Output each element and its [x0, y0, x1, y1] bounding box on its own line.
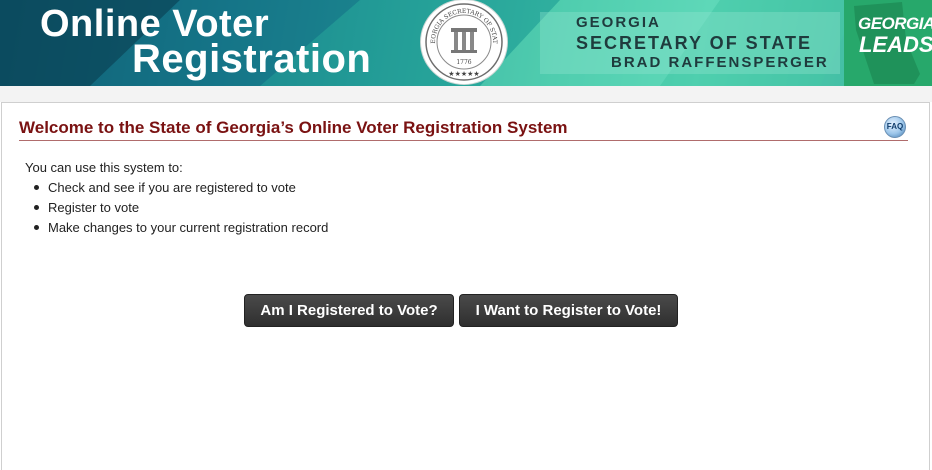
list-item-text: Register to vote — [48, 200, 140, 215]
sos-officer-name: BRAD RAFFENSPERGER — [611, 54, 829, 71]
georgia-seal-icon: GEORGIA SECRETARY OF STATE 1776 ★★★★★ — [421, 0, 507, 84]
bullet-icon — [34, 205, 39, 210]
am-i-registered-button[interactable]: Am I Registered to Vote? — [244, 294, 454, 327]
list-item: Make changes to your current registratio… — [32, 220, 328, 240]
title-divider — [19, 140, 908, 141]
banner-title-line2: Registration — [132, 37, 372, 81]
header-spacer — [0, 86, 932, 102]
leads-line1: GEORGIA — [858, 14, 932, 33]
svg-text:1776: 1776 — [456, 59, 471, 66]
list-item-text: Make changes to your current registratio… — [48, 220, 329, 235]
sos-office-label: SECRETARY OF STATE — [576, 33, 813, 53]
header-banner: Online Voter Registration GEORGIA SECRET… — [0, 0, 932, 86]
list-item: Register to vote — [32, 200, 328, 220]
georgia-leads-logo: GEORGIA LEADS — [844, 0, 932, 86]
register-to-vote-button[interactable]: I Want to Register to Vote! — [459, 294, 678, 327]
feature-list: Check and see if you are registered to v… — [32, 180, 328, 240]
bullet-icon — [34, 185, 39, 190]
faq-label: FAQ — [886, 122, 904, 131]
list-item-text: Check and see if you are registered to v… — [48, 180, 296, 195]
leads-line2: LEADS — [859, 32, 932, 57]
intro-text: You can use this system to: — [25, 160, 183, 175]
bullet-icon — [34, 225, 39, 230]
main-panel — [1, 102, 930, 470]
list-item: Check and see if you are registered to v… — [32, 180, 328, 200]
svg-text:★★★★★: ★★★★★ — [448, 70, 479, 78]
page-title: Welcome to the State of Georgia’s Online… — [19, 118, 568, 137]
faq-icon[interactable]: FAQ — [884, 116, 906, 138]
sos-state-label: GEORGIA — [576, 14, 661, 31]
